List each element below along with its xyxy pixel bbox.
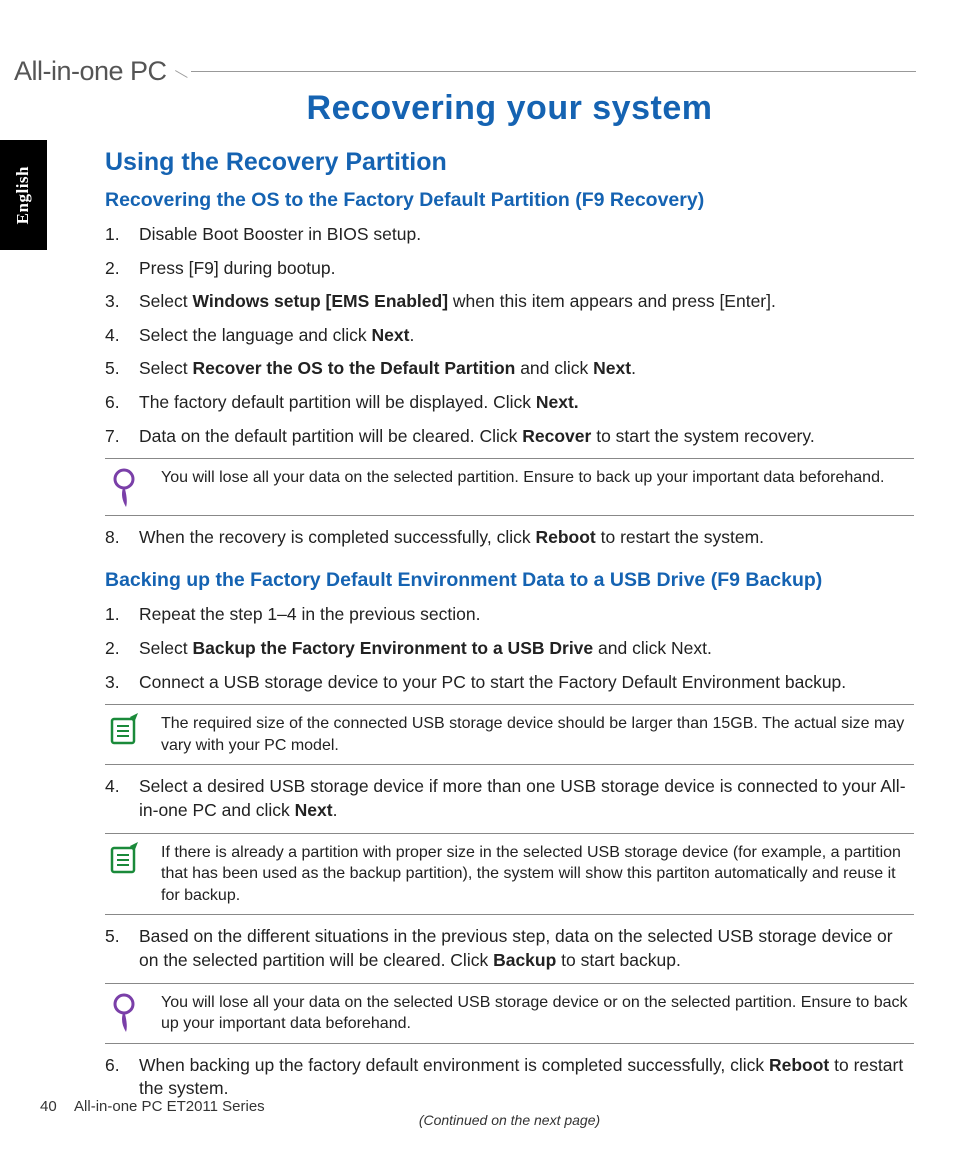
page-number: 40 [40,1098,57,1115]
list-item: Select Backup the Factory Environment to… [105,637,914,661]
list-item: Press [F9] during bootup. [105,257,914,281]
list-item: Repeat the step 1–4 in the previous sect… [105,603,914,627]
warning-note: You will lose all your data on the selec… [105,458,914,516]
magnifier-icon [105,465,145,509]
magnifier-icon [105,990,145,1034]
notepad-icon [105,840,145,876]
notepad-icon [105,711,145,747]
page-footer: 40 All-in-one PC ET2011 Series [40,1097,265,1117]
warning-note: You will lose all your data on the selec… [105,983,914,1044]
language-label: English [12,166,35,224]
page-content: Recovering your system Using the Recover… [105,80,914,1130]
info-note: The required size of the connected USB s… [105,704,914,765]
recovery-steps-list: Disable Boot Booster in BIOS setup. Pres… [105,223,914,448]
language-tab: English [0,140,47,250]
backup-steps-list-3: Based on the different situations in the… [105,925,914,972]
list-item: Based on the different situations in the… [105,925,914,972]
recovery-steps-list-cont: When the recovery is completed successfu… [105,526,914,550]
list-item: The factory default partition will be di… [105,391,914,415]
info-note: If there is already a partition with pro… [105,833,914,916]
footer-model: All-in-one PC ET2011 Series [74,1098,265,1115]
list-item: Select the language and click Next. [105,324,914,348]
page-title: Recovering your system [105,86,914,132]
list-item: When the recovery is completed successfu… [105,526,914,550]
backup-steps-list-2: Select a desired USB storage device if m… [105,775,914,822]
list-item: Data on the default partition will be cl… [105,425,914,449]
backup-steps-list-1: Repeat the step 1–4 in the previous sect… [105,603,914,694]
subsection-heading-backup: Backing up the Factory Default Environme… [105,568,914,593]
subsection-heading-recovery: Recovering the OS to the Factory Default… [105,188,914,213]
backup-steps-list-4: When backing up the factory default envi… [105,1054,914,1101]
header-divider-line [191,71,916,72]
list-item: When backing up the factory default envi… [105,1054,914,1101]
list-item: Connect a USB storage device to your PC … [105,671,914,695]
list-item: Select Recover the OS to the Default Par… [105,357,914,381]
note-text: If there is already a partition with pro… [161,840,914,909]
list-item: Select Windows setup [EMS Enabled] when … [105,290,914,314]
note-text: You will lose all your data on the selec… [161,465,888,491]
list-item: Select a desired USB storage device if m… [105,775,914,822]
note-text: You will lose all your data on the selec… [161,990,914,1037]
list-item: Disable Boot Booster in BIOS setup. [105,223,914,247]
section-heading: Using the Recovery Partition [105,146,914,180]
note-text: The required size of the connected USB s… [161,711,914,758]
